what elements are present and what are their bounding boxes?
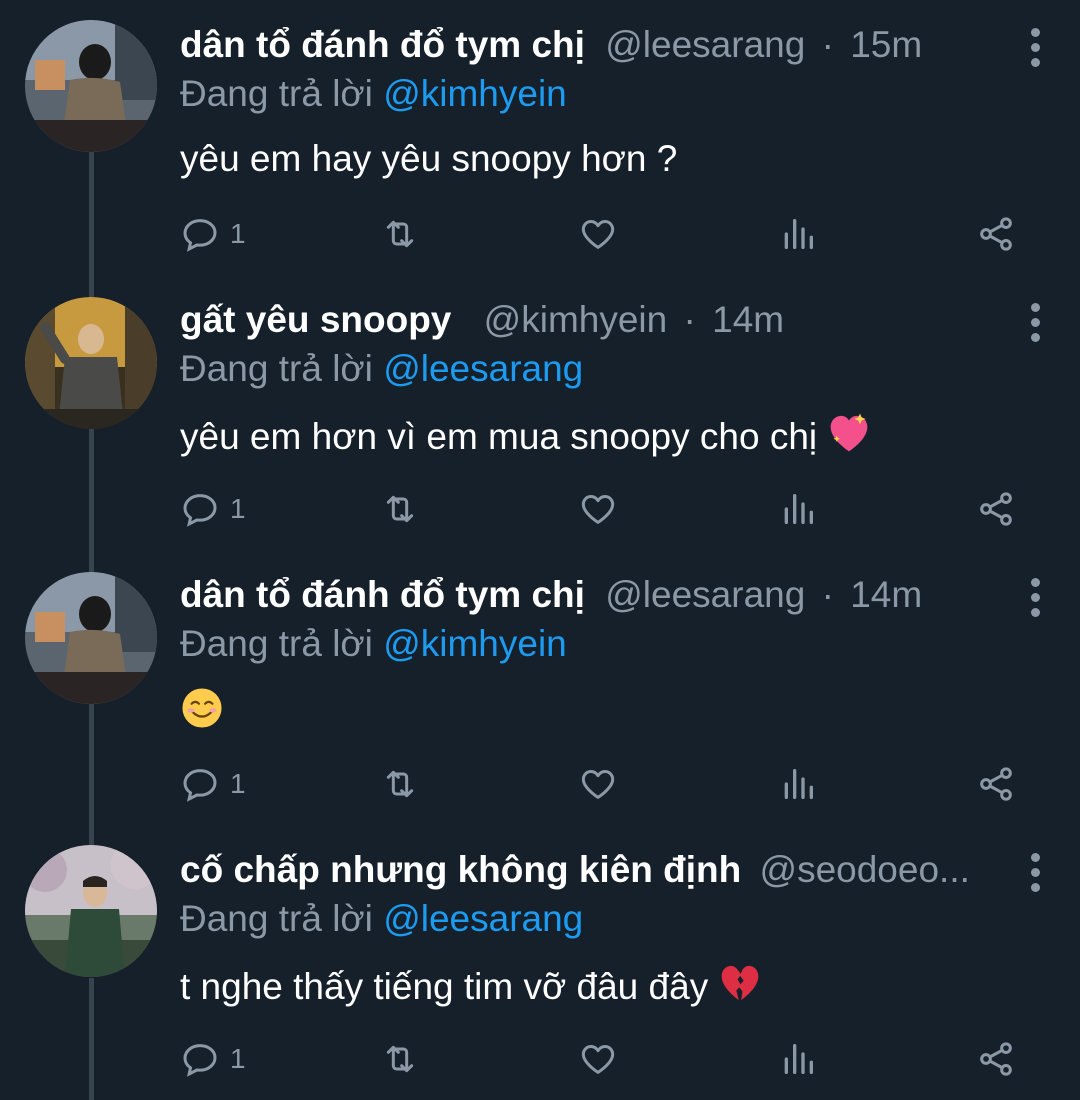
smiling-face-icon	[182, 688, 222, 728]
heart-icon	[581, 1045, 615, 1074]
display-name[interactable]: cố chấp nhưng không kiên định	[180, 849, 741, 890]
views-button[interactable]	[778, 212, 818, 256]
tweet-text-content: yêu em hơn vì em mua snoopy cho chị	[180, 416, 818, 457]
replying-to: Đang trả lời @leesarang	[180, 346, 583, 392]
tweet-actions: 1	[180, 212, 1040, 256]
tweet[interactable]: gất yêu snoopy @kimhyein · 14m Đang trả …	[0, 275, 1080, 550]
tweet-actions: 1	[180, 487, 1040, 531]
timestamp[interactable]: 14m	[712, 299, 784, 340]
tweet-text: t nghe thấy tiếng tim vỡ đâu đây	[180, 961, 762, 1010]
views-button[interactable]	[778, 487, 818, 531]
tweet[interactable]: dân tổ đánh đổ tym chị @leesarang · 14m …	[0, 550, 1080, 825]
reply-count: 1	[230, 768, 246, 799]
retweet-icon	[386, 1045, 414, 1073]
timestamp[interactable]: 14m	[850, 574, 922, 615]
share-button[interactable]	[976, 212, 1016, 256]
share-icon	[980, 1042, 1012, 1076]
display-name[interactable]: gất yêu snoopy	[180, 299, 451, 340]
tweet-text: yêu em hay yêu snoopy hơn ?	[180, 136, 677, 182]
reply-icon	[183, 769, 217, 802]
heart-icon	[581, 770, 615, 799]
heart-icon	[581, 495, 615, 524]
user-handle[interactable]: @seodoeo...	[760, 849, 970, 890]
like-button[interactable]	[578, 762, 618, 806]
avatar[interactable]	[25, 20, 157, 152]
tweet-text: yêu em hơn vì em mua snoopy cho chị	[180, 411, 871, 460]
reply-button[interactable]: 1	[180, 1037, 246, 1081]
separator-dot: ·	[821, 574, 834, 615]
share-button[interactable]	[976, 487, 1016, 531]
share-icon	[980, 492, 1012, 526]
reply-icon	[183, 1044, 217, 1077]
tweet[interactable]: cố chấp nhưng không kiên định @seodoeo..…	[0, 825, 1080, 1100]
views-icon	[784, 219, 813, 249]
avatar[interactable]	[25, 297, 157, 429]
tweet-text	[180, 686, 224, 737]
replying-to: Đang trả lời @leesarang	[180, 896, 583, 942]
mention-link[interactable]: @kimhyein	[383, 623, 567, 664]
views-button[interactable]	[778, 1037, 818, 1081]
replying-to: Đang trả lời @kimhyein	[180, 71, 567, 117]
share-button[interactable]	[976, 762, 1016, 806]
like-button[interactable]	[578, 212, 618, 256]
tweet-actions: 1	[180, 1037, 1040, 1081]
views-icon	[784, 494, 813, 524]
display-name[interactable]: dân tổ đánh đổ tym chị	[180, 24, 585, 65]
retweet-icon	[386, 770, 414, 798]
retweet-icon	[386, 495, 414, 523]
replying-to-label: Đang trả lời	[180, 73, 373, 114]
avatar[interactable]	[25, 572, 157, 704]
views-icon	[784, 769, 813, 799]
more-icon[interactable]	[1030, 28, 1040, 68]
separator-dot: ·	[821, 24, 834, 65]
mention-link[interactable]: @kimhyein	[383, 73, 567, 114]
more-icon[interactable]	[1030, 853, 1040, 893]
tweet-text-content: yêu em hay yêu snoopy hơn ?	[180, 138, 678, 179]
user-handle[interactable]: @kimhyein	[484, 299, 668, 340]
replying-to: Đang trả lời @kimhyein	[180, 621, 567, 667]
separator-dot: ·	[683, 299, 696, 340]
reply-icon	[183, 494, 217, 527]
conversation-thread: dân tổ đánh đổ tym chị @leesarang · 15m …	[0, 0, 1080, 1100]
share-button[interactable]	[976, 1037, 1016, 1081]
heart-icon	[581, 220, 615, 249]
more-icon[interactable]	[1030, 578, 1040, 618]
reply-count: 1	[230, 493, 246, 524]
like-button[interactable]	[578, 1037, 618, 1081]
tweet[interactable]: dân tổ đánh đổ tym chị @leesarang · 15m …	[0, 0, 1080, 275]
user-handle[interactable]: @leesarang	[605, 24, 805, 65]
reply-count: 1	[230, 1043, 246, 1074]
views-icon	[784, 1044, 813, 1074]
retweet-button[interactable]	[380, 487, 420, 531]
display-name[interactable]: dân tổ đánh đổ tym chị	[180, 574, 585, 615]
reply-button[interactable]: 1	[180, 762, 246, 806]
user-handle[interactable]: @leesarang	[605, 574, 805, 615]
share-icon	[980, 767, 1012, 801]
retweet-icon	[386, 220, 414, 248]
reply-button[interactable]: 1	[180, 487, 246, 531]
tweet-text-content: t nghe thấy tiếng tim vỡ đâu đây	[180, 966, 709, 1007]
sparkling-heart-icon	[831, 413, 868, 452]
replying-to-label: Đang trả lời	[180, 623, 373, 664]
mention-link[interactable]: @leesarang	[383, 898, 583, 939]
retweet-button[interactable]	[380, 212, 420, 256]
retweet-button[interactable]	[380, 762, 420, 806]
replying-to-label: Đang trả lời	[180, 898, 373, 939]
mention-link[interactable]: @leesarang	[383, 348, 583, 389]
like-button[interactable]	[578, 487, 618, 531]
broken-heart-icon	[722, 965, 759, 1001]
reply-icon	[183, 219, 217, 252]
avatar[interactable]	[25, 845, 157, 977]
reply-count: 1	[230, 218, 246, 249]
tweet-actions: 1	[180, 762, 1040, 806]
share-icon	[980, 217, 1012, 251]
reply-button[interactable]: 1	[180, 212, 246, 256]
replying-to-label: Đang trả lời	[180, 348, 373, 389]
more-icon[interactable]	[1030, 303, 1040, 343]
views-button[interactable]	[778, 762, 818, 806]
retweet-button[interactable]	[380, 1037, 420, 1081]
timestamp[interactable]: 15m	[850, 24, 922, 65]
